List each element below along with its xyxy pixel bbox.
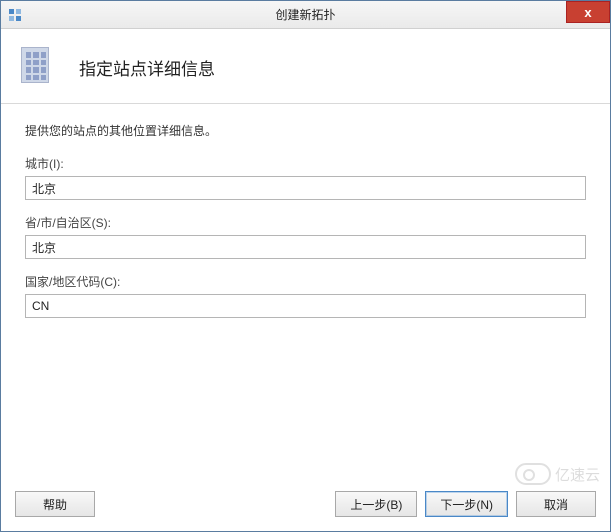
country-label: 国家/地区代码(C): — [25, 273, 586, 290]
close-icon: x — [584, 6, 591, 19]
content-area: 提供您的站点的其他位置详细信息。 城市(I): 省/市/自治区(S): 国家/地… — [1, 104, 610, 481]
field-city: 城市(I): — [25, 155, 586, 200]
titlebar: 创建新拓扑 x — [1, 1, 610, 29]
help-button[interactable]: 帮助 — [15, 491, 95, 517]
page-title: 指定站点详细信息 — [79, 55, 215, 80]
app-icon — [7, 7, 23, 23]
next-button[interactable]: 下一步(N) — [425, 491, 508, 517]
city-input[interactable] — [25, 176, 586, 200]
window-title: 创建新拓扑 — [1, 6, 610, 23]
building-icon — [21, 47, 61, 87]
city-label: 城市(I): — [25, 155, 586, 172]
province-label: 省/市/自治区(S): — [25, 214, 586, 231]
cancel-button[interactable]: 取消 — [516, 491, 596, 517]
footer: 帮助 上一步(B) 下一步(N) 取消 — [1, 481, 610, 531]
close-button[interactable]: x — [566, 1, 610, 23]
province-input[interactable] — [25, 235, 586, 259]
field-province: 省/市/自治区(S): — [25, 214, 586, 259]
instruction-text: 提供您的站点的其他位置详细信息。 — [25, 122, 586, 139]
country-input[interactable] — [25, 294, 586, 318]
field-country: 国家/地区代码(C): — [25, 273, 586, 318]
back-button[interactable]: 上一步(B) — [335, 491, 417, 517]
page-header: 指定站点详细信息 — [1, 29, 610, 104]
dialog-window: 创建新拓扑 x 指定站点详细信息 提供您的站点的其他位置详细信息。 城市(I): — [0, 0, 611, 532]
